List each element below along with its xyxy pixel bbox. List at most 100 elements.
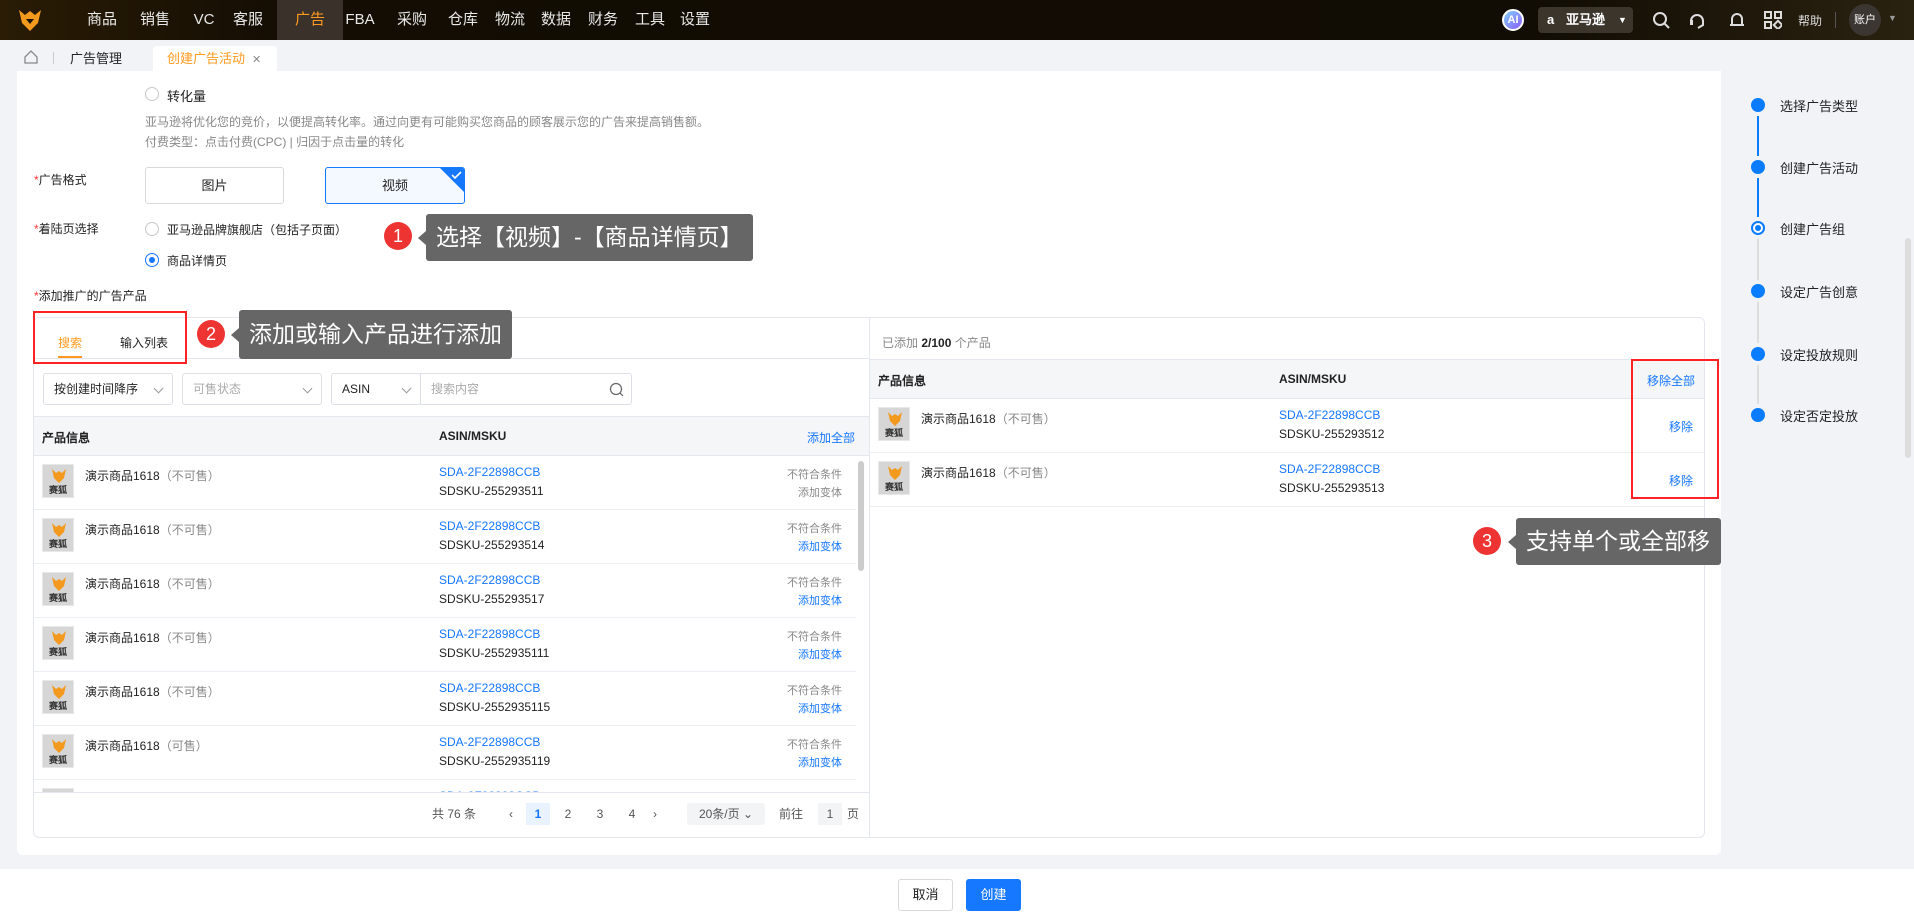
thumb-text: 赛狐 xyxy=(48,539,67,549)
product-name: 演示商品1618（不可售） xyxy=(85,685,220,699)
thumb-text: 赛狐 xyxy=(48,647,67,657)
sale-status: （不可售） xyxy=(159,577,220,591)
add-variant-button[interactable]: 添加变体 xyxy=(798,592,842,608)
step-5-label[interactable]: 设定投放规则 xyxy=(1780,345,1858,364)
tab-ad-management[interactable]: 广告管理 xyxy=(70,46,122,71)
sale-status: （不可售） xyxy=(159,469,220,483)
fox-logo[interactable] xyxy=(18,8,42,32)
step-connector xyxy=(1757,365,1759,404)
step-3-label[interactable]: 创建广告组 xyxy=(1780,219,1845,238)
goto-page-input[interactable]: 1 xyxy=(818,803,842,825)
nav-item-10[interactable]: 财务 xyxy=(576,0,630,40)
fox-logo xyxy=(52,685,66,699)
nav-item-12[interactable]: 设置 xyxy=(668,0,722,40)
caret-down-icon[interactable]: ▼ xyxy=(1888,13,1897,23)
page-size-select[interactable]: 20条/页 ⌄ xyxy=(687,803,765,825)
fox-logo xyxy=(52,739,66,753)
step-4-label[interactable]: 设定广告创意 xyxy=(1780,282,1858,301)
search-icon[interactable] xyxy=(609,382,624,397)
nav-item-5[interactable]: FBA xyxy=(333,0,387,40)
format-option-image[interactable]: 图片 xyxy=(145,167,284,204)
marketplace-select[interactable]: a 亚马逊 ▼ xyxy=(1538,7,1633,33)
nav-item-6[interactable]: 采购 xyxy=(385,0,439,40)
nav-item-3[interactable]: 客服 xyxy=(221,0,275,40)
sort-select[interactable]: 按创建时间降序 xyxy=(43,373,173,405)
nav-item-0[interactable]: 商品 xyxy=(75,0,129,40)
nav-item-1[interactable]: 销售 xyxy=(128,0,182,40)
asin-link[interactable]: SDA-2F22898CCB xyxy=(439,681,540,695)
format-option-video[interactable]: 视频 xyxy=(325,167,465,204)
product-thumbnail: 赛狐 xyxy=(42,626,74,660)
help-link[interactable]: 帮助 xyxy=(1798,12,1822,29)
product-search-panel: 搜索 输入列表 按创建时间降序 可售状态 ASIN 搜索内容 产品信息 ASIN… xyxy=(33,317,870,838)
product-name: 演示商品1618（不可售） xyxy=(85,631,220,645)
step-dot-icon xyxy=(1751,347,1765,361)
nav-item-7[interactable]: 仓库 xyxy=(436,0,490,40)
scrollbar[interactable] xyxy=(858,461,864,571)
products-label: *添加推广的广告产品 xyxy=(34,289,147,303)
close-icon[interactable]: ✕ xyxy=(252,54,261,66)
chevron-right-icon[interactable]: › xyxy=(648,803,662,825)
asin-link[interactable]: SDA-2F22898CCB xyxy=(439,465,540,479)
goto-suffix: 页 xyxy=(847,807,860,821)
apps-grid-icon[interactable] xyxy=(1764,11,1782,29)
table-row: 赛狐 演示商品1618（不可售） SDA-2F22898CCB SDSKU-25529… xyxy=(870,399,1704,453)
header-product: 产品信息 xyxy=(42,431,91,445)
table-row: 赛狐 演示商品1618（不可售） SDA-2F22898CCB SDSKU-25529… xyxy=(34,510,856,564)
field-select[interactable]: ASIN xyxy=(331,373,421,405)
msku-text: SDSKU-255293511 xyxy=(439,484,544,498)
home-icon[interactable] xyxy=(24,50,38,64)
add-all-button[interactable]: 添加全部 xyxy=(807,429,855,446)
status-select[interactable]: 可售状态 xyxy=(182,373,322,405)
account-avatar[interactable]: 账户 xyxy=(1849,4,1881,36)
radio-conversion[interactable] xyxy=(145,87,159,101)
radio-product-detail[interactable] xyxy=(145,253,159,267)
annotation-callout-3: 支持单个或全部移除 xyxy=(1508,518,1721,601)
divider xyxy=(1835,12,1836,28)
add-variant-button[interactable]: 添加变体 xyxy=(798,646,842,662)
sale-status: （可售） xyxy=(159,739,208,753)
asin-link[interactable]: SDA-2F22898CCB xyxy=(439,627,540,641)
add-variant-button[interactable]: 添加变体 xyxy=(798,484,842,500)
asin-link[interactable]: SDA-2F22898CCB xyxy=(439,519,540,533)
pagination: 共 76 条 ‹ 1 2 3 4 › 20条/页 ⌄ 前往 1 页 xyxy=(34,792,869,838)
add-variant-button[interactable]: 添加变体 xyxy=(798,700,842,716)
chevron-left-icon[interactable]: ‹ xyxy=(504,803,518,825)
nav-item-9[interactable]: 数据 xyxy=(529,0,583,40)
radio-brand-store[interactable] xyxy=(145,222,159,236)
asin-link[interactable]: SDA-2F22898CCB xyxy=(1279,462,1380,476)
asin-link[interactable]: SDA-2F22898CCB xyxy=(439,735,540,749)
add-variant-button[interactable]: 添加变体 xyxy=(798,754,842,770)
product-thumbnail: 赛狐 xyxy=(878,407,910,441)
thumb-text: 赛狐 xyxy=(48,593,67,603)
thumb-text: 赛狐 xyxy=(884,482,903,492)
search-input[interactable]: 搜索内容 xyxy=(420,373,632,405)
fox-logo xyxy=(52,631,66,645)
cancel-button[interactable]: 取消 xyxy=(898,879,953,911)
bell-icon[interactable] xyxy=(1728,11,1746,29)
tab-create-campaign[interactable]: 创建广告活动 ✕ xyxy=(153,46,277,71)
page-3[interactable]: 3 xyxy=(590,803,610,825)
asin-link[interactable]: SDA-2F22898CCB xyxy=(1279,408,1380,422)
bid-description: 亚马逊将优化您的竞价，以便提高转化率。通过向更有可能购买您商品的顾客展示您的广告… xyxy=(145,115,710,129)
asin-link[interactable]: SDA-2F22898CCB xyxy=(439,573,540,587)
step-connector xyxy=(1757,302,1759,343)
table-row: 赛狐 演示商品1618（不可售） SDA-2F22898CCB SDSKU-25529… xyxy=(34,672,856,726)
sale-status: （不可售） xyxy=(995,466,1056,480)
landing-page-label: *着陆页选择 xyxy=(34,222,99,236)
create-button[interactable]: 创建 xyxy=(966,879,1021,911)
page-4[interactable]: 4 xyxy=(622,803,642,825)
page-1[interactable]: 1 xyxy=(526,803,550,825)
step-2-label[interactable]: 创建广告活动 xyxy=(1780,158,1858,177)
search-icon[interactable] xyxy=(1652,11,1670,29)
msku-text: SDSKU-2552935119 xyxy=(439,754,551,768)
step-1-label[interactable]: 选择广告类型 xyxy=(1780,96,1858,115)
step-6-label[interactable]: 设定否定投放 xyxy=(1780,406,1858,425)
headset-icon[interactable] xyxy=(1688,11,1706,29)
added-count: 2/100 xyxy=(921,336,952,350)
page-2[interactable]: 2 xyxy=(558,803,578,825)
add-variant-button[interactable]: 添加变体 xyxy=(798,538,842,554)
msku-text: SDSKU-255293517 xyxy=(439,592,545,606)
page-scrollbar[interactable] xyxy=(1905,238,1911,458)
ai-button[interactable]: AI xyxy=(1502,9,1524,31)
